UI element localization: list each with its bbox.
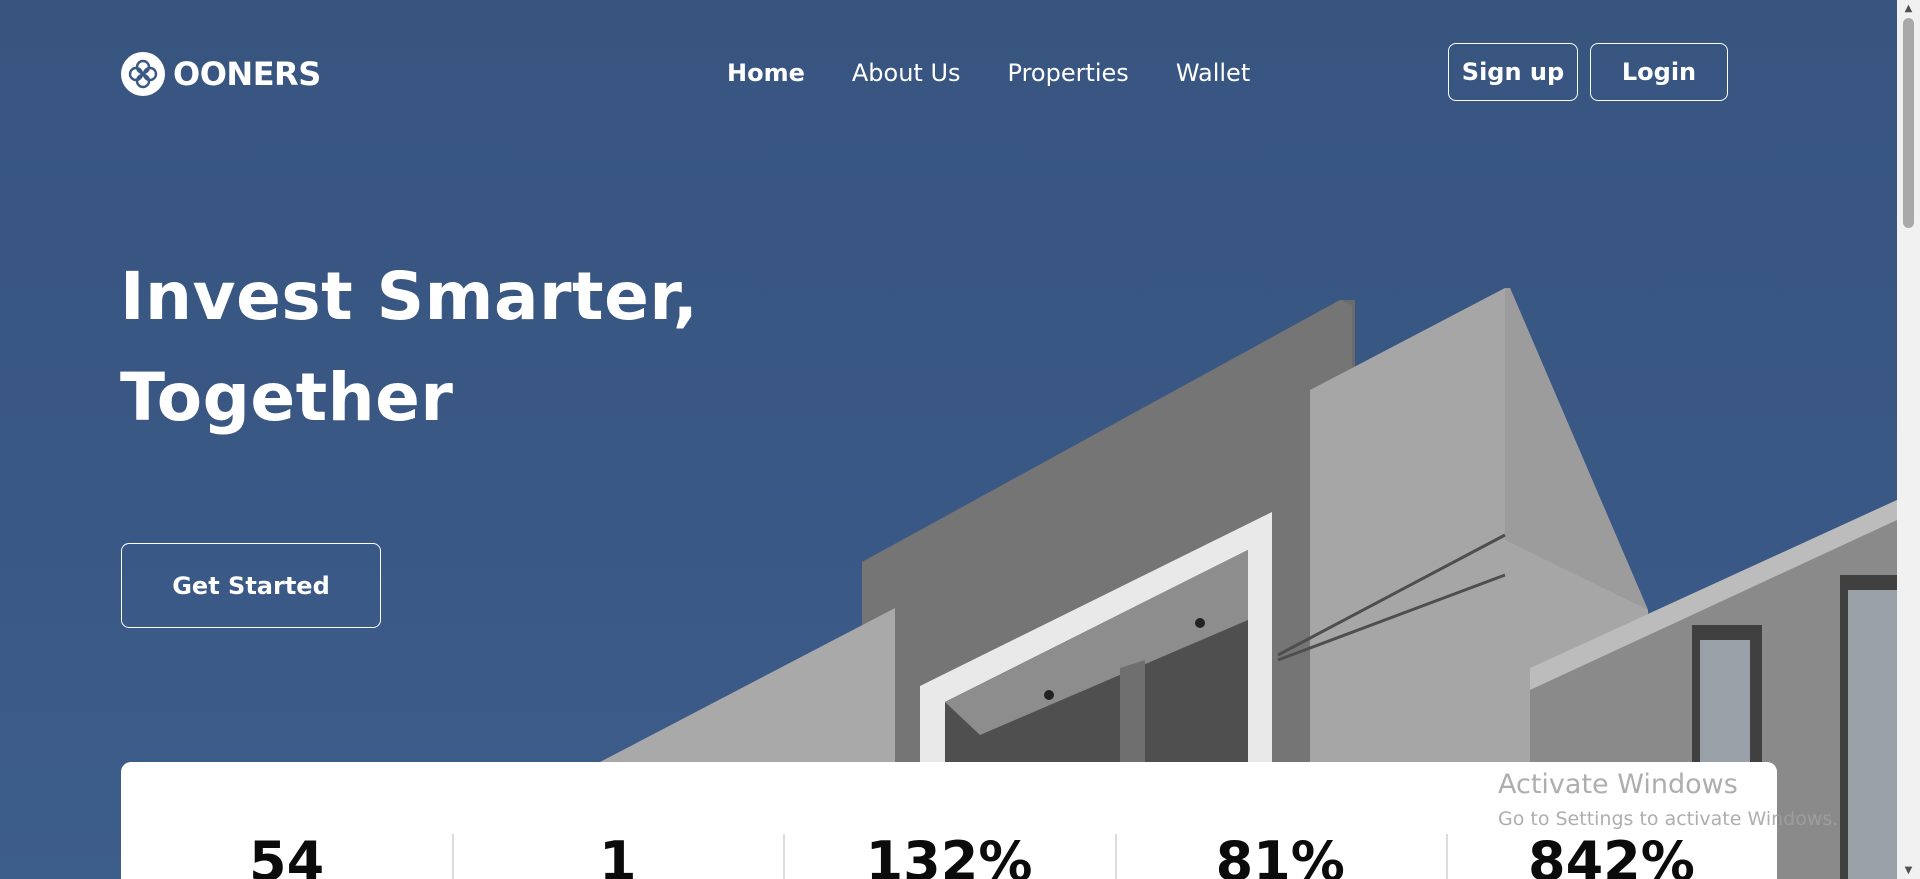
stat-item: 132%	[783, 762, 1114, 879]
stat-value: 132%	[865, 830, 1033, 879]
scroll-down-arrow-icon[interactable]: ▼	[1897, 862, 1920, 879]
stat-item: 81%	[1114, 762, 1446, 879]
auth-actions: Sign up Login	[1448, 43, 1728, 101]
brand-logo[interactable]: OONERS	[121, 52, 321, 96]
stat-value: 1	[599, 830, 637, 879]
watermark-title: Activate Windows	[1498, 769, 1738, 800]
nav-item-properties[interactable]: Properties	[1008, 56, 1129, 90]
stat-item: 54	[121, 762, 452, 879]
scroll-up-arrow-icon[interactable]: ▲	[1897, 0, 1920, 17]
hero-section: OONERS Home About Us Properties Wallet S…	[0, 0, 1897, 879]
nav-item-about-us[interactable]: About Us	[852, 56, 961, 90]
stat-value: 81%	[1215, 830, 1345, 879]
quatrefoil-logo-icon	[121, 52, 165, 96]
stat-item: 1	[452, 762, 783, 879]
scrollbar-thumb[interactable]	[1903, 18, 1914, 228]
stat-value: 842%	[1528, 830, 1695, 879]
get-started-button[interactable]: Get Started	[121, 543, 381, 628]
hero-headline: Invest Smarter, Together	[120, 246, 698, 448]
watermark-subtitle: Go to Settings to activate Windows.	[1498, 808, 1839, 830]
brand-name: OONERS	[173, 55, 321, 93]
login-button[interactable]: Login	[1590, 43, 1728, 101]
hero-headline-line-2: Together	[120, 359, 454, 436]
hero-headline-line-1: Invest Smarter,	[120, 258, 699, 335]
activate-windows-watermark: Activate Windows Go to Settings to activ…	[1498, 768, 1838, 832]
stat-value: 54	[249, 830, 325, 879]
signup-button[interactable]: Sign up	[1448, 43, 1578, 101]
nav-item-home[interactable]: Home	[727, 56, 805, 90]
vertical-scrollbar[interactable]: ▲ ▼	[1897, 0, 1920, 879]
nav-item-wallet[interactable]: Wallet	[1176, 56, 1250, 90]
main-nav: Home About Us Properties Wallet	[727, 56, 1250, 90]
